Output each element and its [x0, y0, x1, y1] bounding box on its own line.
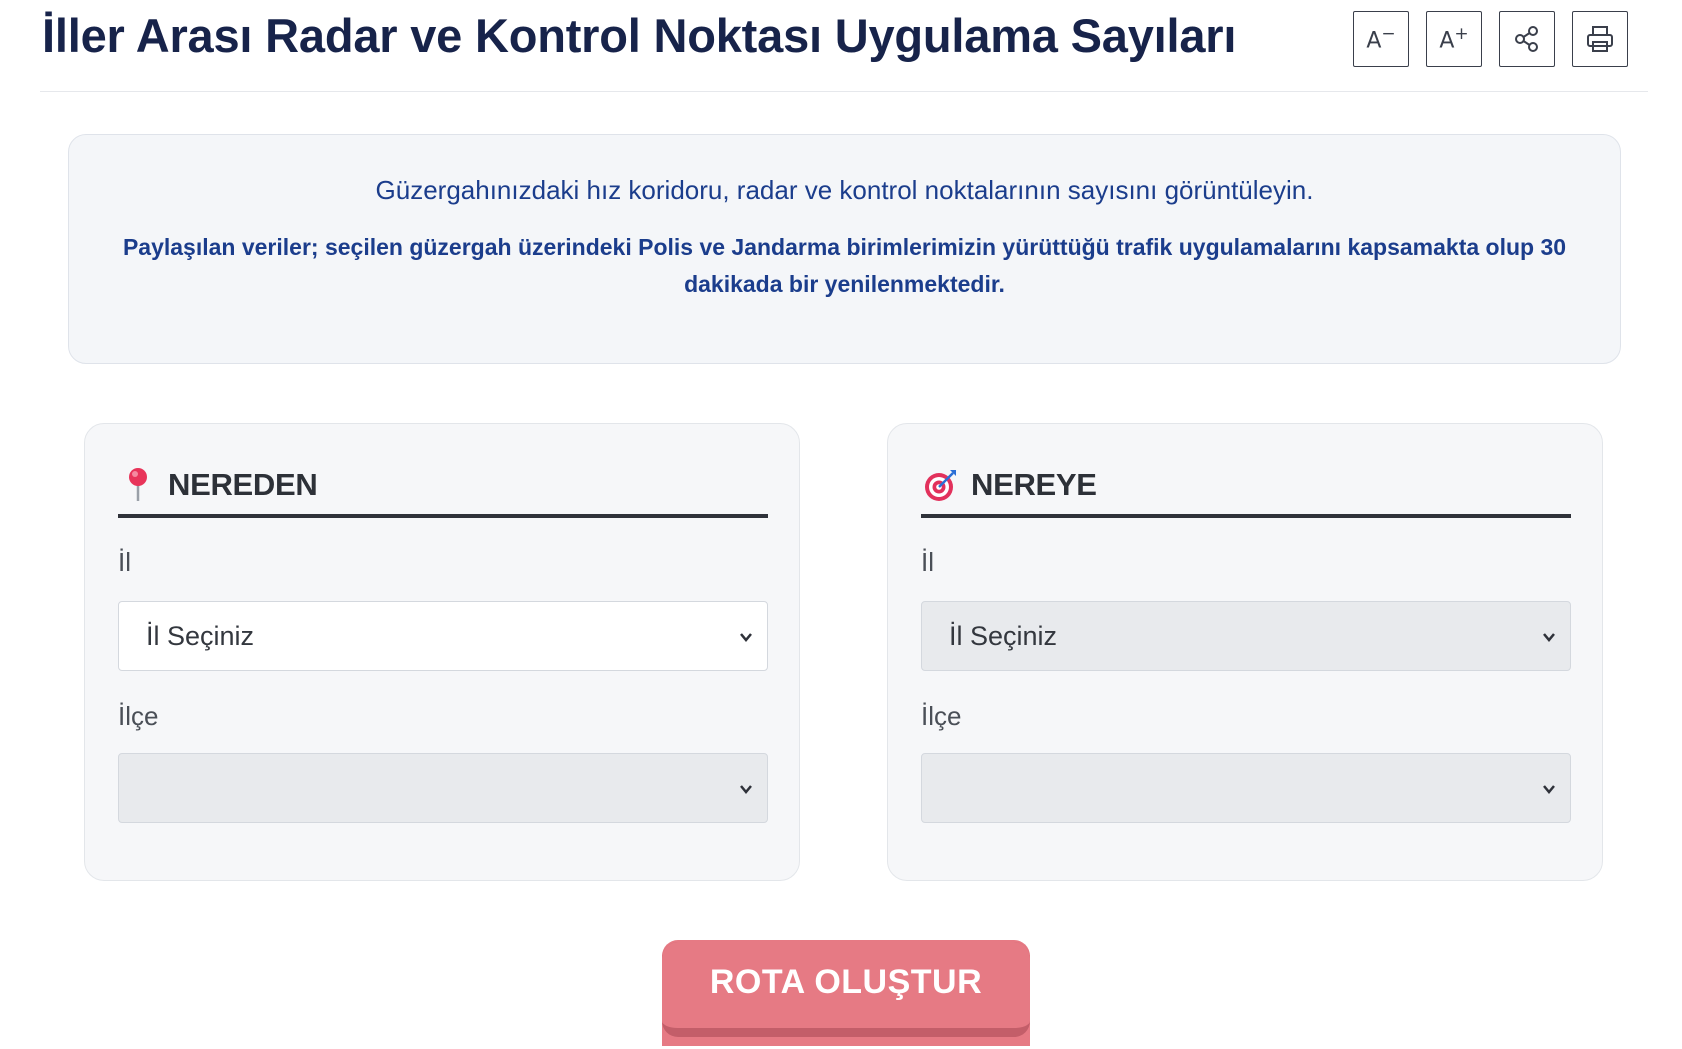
from-ilce-select[interactable] — [118, 753, 768, 823]
from-card-header: NEREDEN — [118, 462, 768, 518]
info-box: Güzergahınızdaki hız koridoru, radar ve … — [68, 134, 1621, 364]
target-icon — [921, 465, 961, 505]
share-icon — [1515, 26, 1538, 52]
chevron-down-icon — [1543, 785, 1555, 794]
create-route-button-face: ROTA OLUŞTUR — [662, 942, 1030, 1037]
page-title: İller Arası Radar ve Kontrol Noktası Uyg… — [42, 9, 1237, 62]
to-il-value: İl Seçiniz — [949, 620, 1058, 651]
to-ilce-select[interactable] — [921, 753, 1571, 823]
chevron-down-icon — [740, 785, 752, 794]
printer-icon — [1587, 26, 1613, 52]
chevron-down-icon — [740, 633, 752, 642]
to-ilce-label: İlçe — [921, 701, 962, 731]
from-card: NEREDEN İl İl Seçiniz İlçe — [84, 423, 800, 881]
to-il-label: İl — [921, 547, 934, 577]
to-card-title: NEREYE — [971, 467, 1097, 502]
chevron-down-icon — [1543, 633, 1555, 642]
info-sub-text: Paylaşılan veriler; seçilen güzergah üze… — [122, 234, 1567, 297]
page-header: İller Arası Radar ve Kontrol Noktası Uyg… — [40, 0, 1648, 92]
info-main-text: Güzergahınızdaki hız koridoru, radar ve … — [375, 175, 1314, 205]
from-il-select[interactable]: İl Seçiniz — [118, 601, 768, 671]
from-card-title: NEREDEN — [168, 467, 318, 502]
from-il-label: İl — [118, 547, 131, 577]
to-il-select[interactable]: İl Seçiniz — [921, 601, 1571, 671]
from-ilce-label: İlçe — [118, 701, 159, 731]
create-route-button[interactable]: ROTA OLUŞTUR — [662, 942, 1030, 1046]
pushpin-icon — [118, 465, 158, 505]
font-decrease-icon: A− — [1366, 23, 1396, 54]
create-route-label: ROTA OLUŞTUR — [709, 962, 983, 1001]
font-increase-icon: A+ — [1439, 23, 1469, 54]
to-card-header: NEREYE — [921, 462, 1571, 518]
font-increase-button[interactable]: A+ — [1426, 11, 1482, 67]
share-button[interactable] — [1499, 11, 1555, 67]
from-il-value: İl Seçiniz — [146, 620, 255, 651]
toolbar: A− A+ — [1353, 11, 1628, 67]
to-card: NEREYE İl İl Seçiniz İlçe — [887, 423, 1603, 881]
font-decrease-button[interactable]: A− — [1353, 11, 1409, 67]
print-button[interactable] — [1572, 11, 1628, 67]
